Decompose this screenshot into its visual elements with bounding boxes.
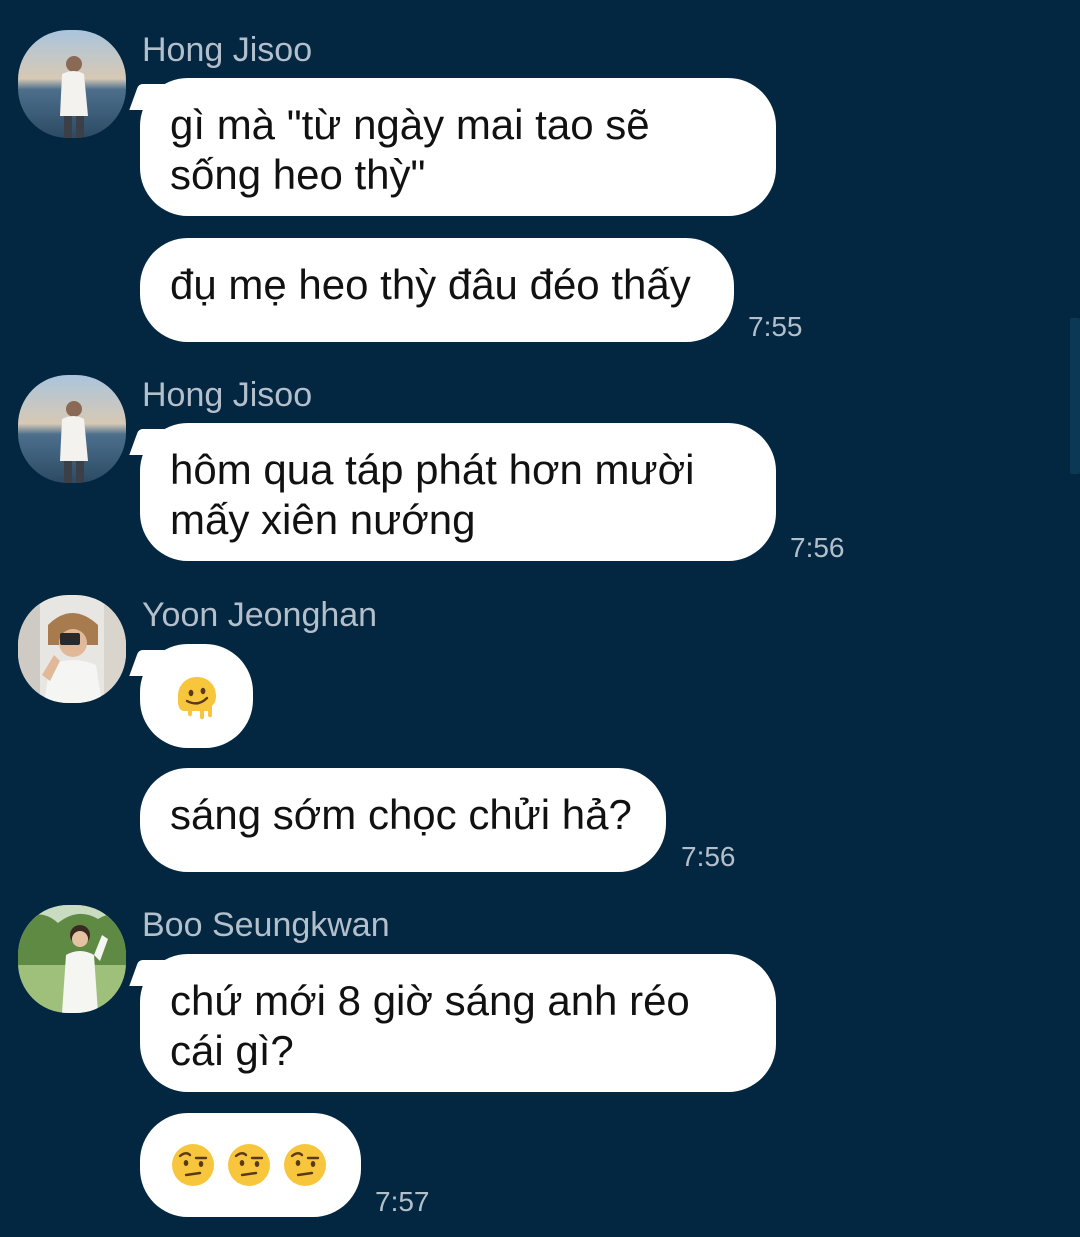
avatar-hong-jisoo[interactable] <box>18 30 126 138</box>
message-text: đụ mẹ heo thỳ đâu đéo thấy <box>170 261 691 308</box>
sender-name: Boo Seungkwan <box>142 906 390 944</box>
avatar-yoon-jeonghan[interactable] <box>18 595 126 703</box>
message-bubble[interactable]: sáng sớm chọc chửi hả? <box>140 768 666 872</box>
message-bubble[interactable]: hôm qua táp phát hơn mười mấy xiên nướng <box>140 423 776 561</box>
message-text: chứ mới 8 giờ sáng anh réo cái gì? <box>170 977 690 1074</box>
sender-name: Hong Jisoo <box>142 31 313 69</box>
message-bubble[interactable] <box>140 644 253 748</box>
message-text: sáng sớm chọc chửi hả? <box>170 791 632 838</box>
avatar-hong-jisoo[interactable] <box>18 375 126 483</box>
face-with-raised-eyebrow-icon <box>284 1144 326 1186</box>
message-time: 7:56 <box>790 532 845 563</box>
message-time: 7:56 <box>681 841 736 872</box>
message-text: gì mà "từ ngày mai tao sẽ sống heo thỳ" <box>170 101 650 198</box>
message-text: hôm qua táp phát hơn mười mấy xiên nướng <box>170 446 695 543</box>
message-bubble[interactable]: đụ mẹ heo thỳ đâu đéo thấy <box>140 238 734 342</box>
message-bubble[interactable] <box>140 1113 361 1217</box>
message-time: 7:57 <box>375 1186 430 1217</box>
face-with-raised-eyebrow-icon <box>228 1144 270 1186</box>
message-time: 7:55 <box>748 311 803 342</box>
avatar-boo-seungkwan[interactable] <box>18 905 126 1013</box>
message-bubble[interactable]: gì mà "từ ngày mai tao sẽ sống heo thỳ" <box>140 78 776 216</box>
message-bubble[interactable]: chứ mới 8 giờ sáng anh réo cái gì? <box>140 954 776 1092</box>
sender-name: Hong Jisoo <box>142 376 313 414</box>
scrollbar[interactable] <box>1070 318 1080 474</box>
face-with-raised-eyebrow-icon <box>172 1144 214 1186</box>
melting-face-icon <box>177 677 216 720</box>
sender-name: Yoon Jeonghan <box>142 596 378 634</box>
